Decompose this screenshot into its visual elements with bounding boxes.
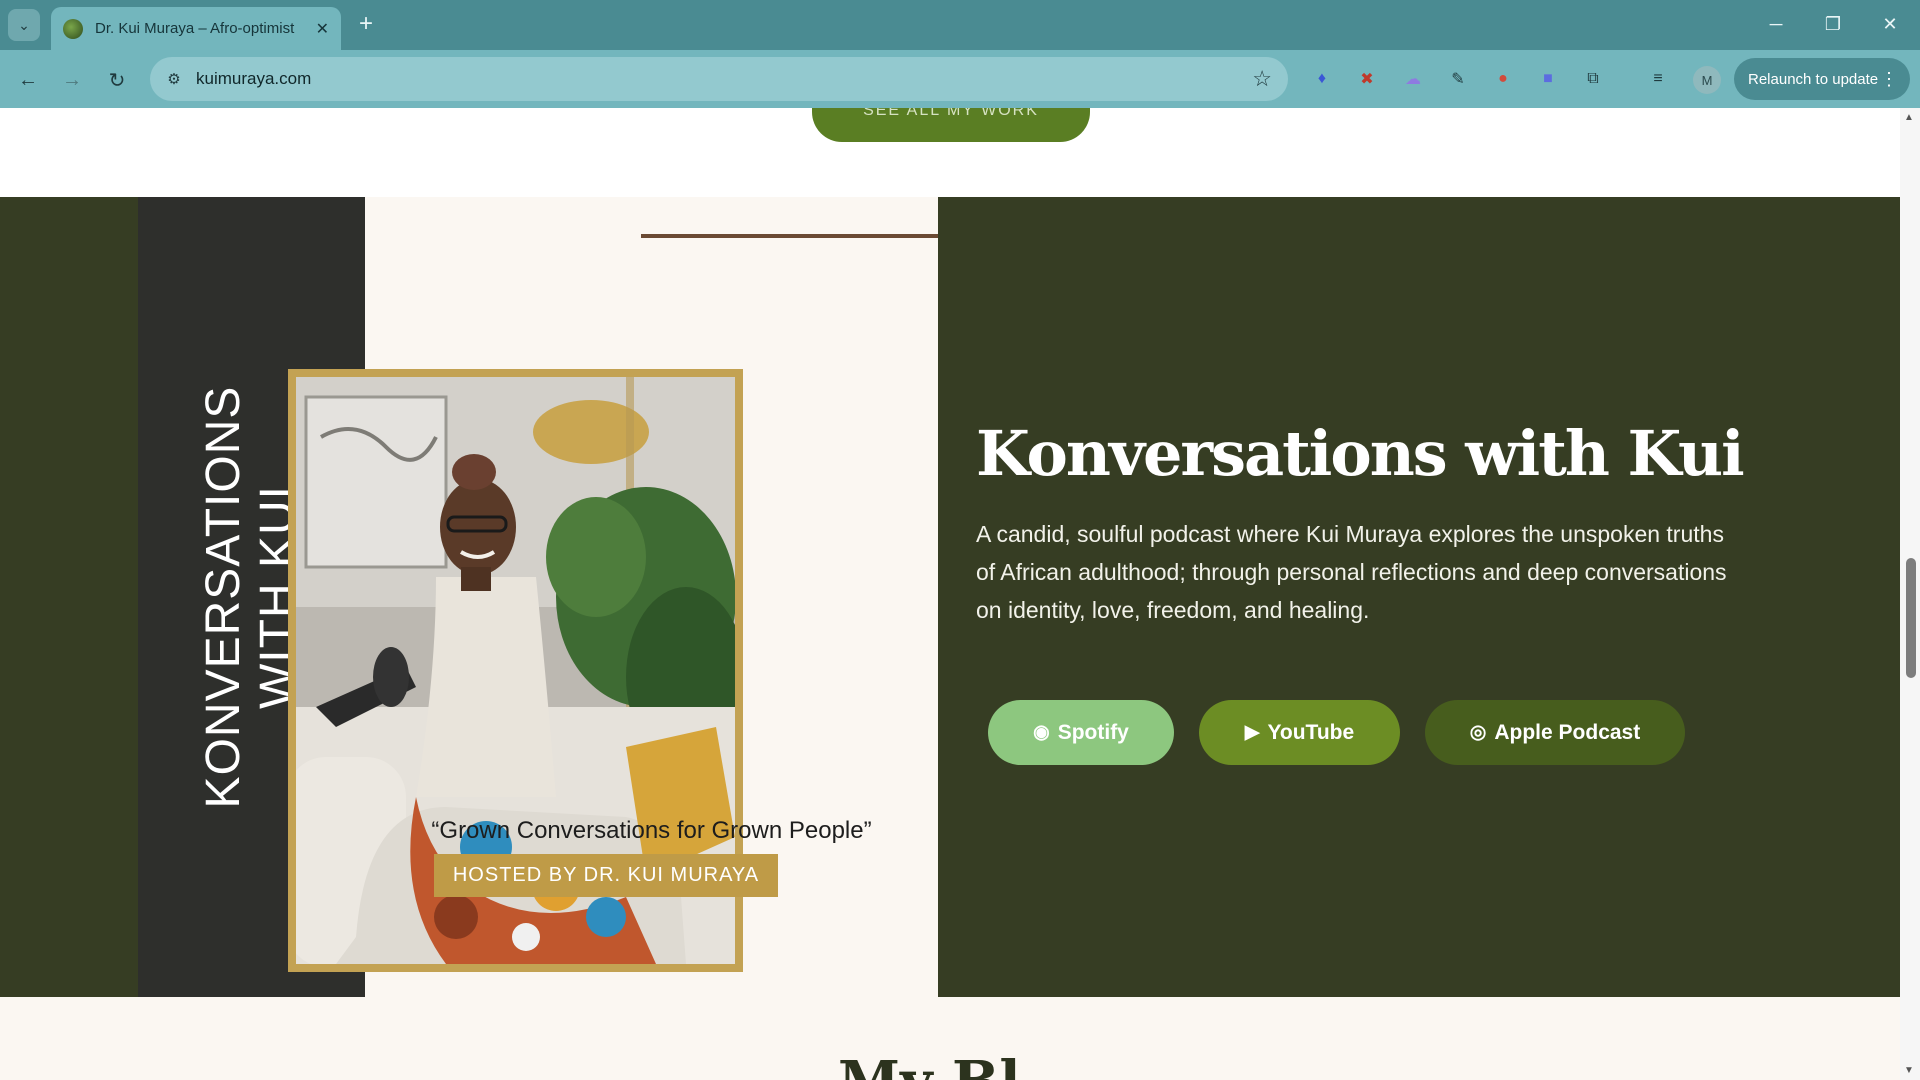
extension-circles-icon[interactable]: ● — [1489, 65, 1517, 93]
extension-pen-icon[interactable]: ✎ — [1444, 65, 1472, 93]
youtube-play-icon: ▶ — [1244, 722, 1260, 743]
bookmark-star-icon[interactable]: ☆ — [1252, 66, 1272, 92]
podcast-description: A candid, soulful podcast where Kui Mura… — [976, 521, 1727, 623]
browser-tabbar: ⌄ Dr. Kui Muraya – Afro-optimist ✕ + ─ ❐… — [0, 0, 1920, 50]
scroll-up-arrow-icon[interactable]: ▲ — [1904, 112, 1914, 123]
relaunch-label: Relaunch to update — [1748, 70, 1879, 88]
minimize-window-icon[interactable]: ─ — [1756, 8, 1796, 40]
youtube-button[interactable]: ▶ YouTube — [1199, 700, 1400, 765]
forward-arrow-icon[interactable]: → — [56, 64, 88, 96]
podcast-section: KONVERSATIONS WITH KUI “Grown Conversati… — [0, 197, 1900, 997]
new-tab-button[interactable]: + — [352, 10, 380, 38]
spotify-button[interactable]: ◉ Spotify — [988, 700, 1174, 765]
tab-close-icon[interactable]: ✕ — [316, 19, 329, 39]
restore-window-icon[interactable]: ❐ — [1813, 8, 1853, 40]
url-text[interactable]: kuimuraya.com — [196, 69, 311, 89]
host-badge: HOSTED BY DR. KUI MURAYA — [434, 854, 778, 897]
profile-avatar[interactable]: M — [1693, 66, 1721, 94]
apple-podcast-button[interactable]: ◎ Apple Podcast — [1425, 700, 1685, 765]
extension-shield-icon[interactable]: ■ — [1534, 65, 1562, 93]
reload-icon[interactable]: ↻ — [101, 64, 133, 96]
page-scrollbar[interactable]: ▲ ▼ — [1900, 108, 1920, 1080]
address-bar[interactable]: ⚙ kuimuraya.com ☆ — [150, 57, 1288, 101]
podcast-heading: Konversations with Kui — [976, 417, 1745, 490]
spotify-icon: ◉ — [1033, 722, 1050, 743]
podcast-tagline: “Grown Conversations for Grown People” — [431, 817, 872, 844]
chevron-down-icon: ⌄ — [18, 16, 30, 33]
decorative-divider-line — [641, 234, 938, 238]
browser-tab-active[interactable]: Dr. Kui Muraya – Afro-optimist ✕ — [51, 7, 341, 50]
close-window-icon[interactable]: ✕ — [1870, 8, 1910, 40]
more-menu-icon[interactable]: ⋮ — [1880, 69, 1898, 90]
extension-droplet-icon[interactable]: ♦ — [1308, 65, 1336, 93]
extension-cloud-icon[interactable]: ☁ — [1399, 65, 1427, 93]
relaunch-update-button[interactable]: Relaunch to update ⋮ — [1734, 58, 1910, 100]
podcast-broadcast-icon: ◎ — [1469, 722, 1487, 743]
left-edge-panel — [0, 197, 138, 997]
scroll-down-arrow-icon[interactable]: ▼ — [1904, 1065, 1914, 1076]
podcast-info-panel: Konversations with Kui A candid, soulful… — [938, 197, 1900, 997]
scrollbar-thumb[interactable] — [1906, 558, 1916, 678]
tab-search-button[interactable]: ⌄ — [8, 9, 40, 41]
page-viewport: SEE ALL MY WORK KONVERSATIONS WITH KUI “… — [0, 108, 1900, 1080]
browser-toolbar: ← → ↻ ⚙ kuimuraya.com ☆ ♦ ✖ ☁ ✎ ● ■ ⧉ ≡ … — [0, 50, 1920, 108]
site-favicon-icon — [63, 18, 83, 39]
back-arrow-icon[interactable]: ← — [12, 64, 44, 96]
apple-podcast-label: Apple Podcast — [1494, 720, 1641, 744]
youtube-label: YouTube — [1267, 720, 1355, 744]
see-all-work-button[interactable]: SEE ALL MY WORK — [812, 108, 1090, 142]
extension-tools-icon[interactable]: ✖ — [1353, 65, 1381, 93]
site-settings-icon[interactable]: ⚙ — [164, 69, 184, 89]
next-section-title: My Bl — [838, 1049, 1021, 1080]
next-section: My Bl — [0, 997, 1900, 1080]
extensions-puzzle-icon[interactable]: ⧉ — [1579, 65, 1607, 93]
spotify-label: Spotify — [1057, 720, 1129, 744]
media-controls-icon[interactable]: ≡ — [1644, 65, 1672, 93]
tab-title: Dr. Kui Muraya – Afro-optimist — [95, 20, 295, 37]
